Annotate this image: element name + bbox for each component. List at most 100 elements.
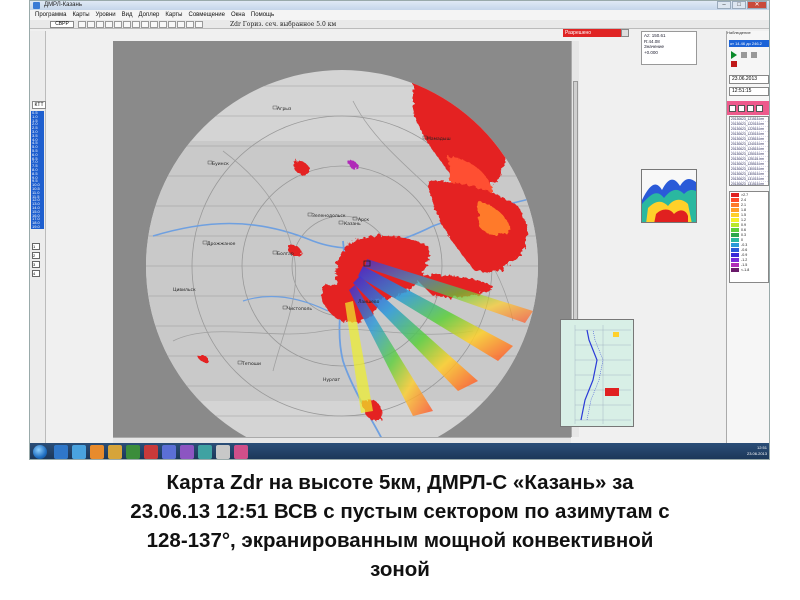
checkbox[interactable]: 2	[32, 252, 40, 259]
toolbar-button[interactable]	[177, 21, 185, 28]
start-button[interactable]	[33, 445, 47, 459]
caption-line: 23.06.13 12:51 ВСВ с пустым сектором по …	[130, 500, 670, 523]
maximize-button[interactable]: □	[732, 1, 746, 9]
menu-levels[interactable]: Уровни	[93, 10, 119, 20]
mode-button[interactable]: СВРР	[50, 21, 74, 28]
zdr-color-legend: >2.7 2.4 2.1 1.8 1.5 1.2 0.9 0.6 0.3 0 -0.3 -0.6 -0.…	[729, 191, 769, 283]
legend-swatch	[731, 197, 739, 202]
legend-swatch	[731, 257, 739, 262]
checkbox[interactable]: 3	[32, 261, 40, 268]
place-label: Зеленодольск	[312, 213, 346, 219]
3d-preview-canvas	[642, 170, 696, 222]
print-icon[interactable]	[747, 104, 754, 112]
legend-swatch	[731, 217, 739, 222]
legend-label: <-1.8	[741, 267, 750, 272]
file-item[interactable]: 20130623_131515.Irm	[731, 182, 768, 185]
menu-windows[interactable]: Окна	[228, 10, 248, 20]
app-taskbar-icon[interactable]	[162, 445, 176, 459]
playback-icons[interactable]	[729, 49, 769, 69]
legend-label: 0.9	[741, 222, 746, 227]
legend-label: -0.3	[741, 242, 748, 247]
toolbar-button[interactable]	[114, 21, 122, 28]
toolbar-button[interactable]	[96, 21, 104, 28]
toolbar-button[interactable]	[141, 21, 149, 28]
menu-doppler[interactable]: Доплер	[135, 10, 162, 20]
menu-overlay[interactable]: Совмещение	[186, 10, 228, 20]
menu-bar: Программа Карты Уровни Вид Доплер Карты …	[30, 10, 769, 20]
firefox-icon[interactable]	[90, 445, 104, 459]
toolbar-button[interactable]	[105, 21, 113, 28]
place-label: Буинск	[212, 161, 229, 167]
legend-swatch	[731, 202, 739, 207]
toolbar-button[interactable]	[132, 21, 140, 28]
ie-icon[interactable]	[72, 445, 86, 459]
height-list[interactable]: 0.5 1.0 1.5 2.0 2.5 3.0 3.5 4.0 4.5 5.0 5.5 6.0 6.5 7…	[31, 111, 44, 229]
app-taskbar-icon[interactable]	[234, 445, 248, 459]
range-selector[interactable]: от 14.46 до 246.2	[729, 40, 769, 47]
legend-label: 1.8	[741, 207, 746, 212]
ktt-button[interactable]: КТТ	[32, 101, 46, 109]
folder-icon[interactable]	[108, 445, 122, 459]
toolbar-button[interactable]	[123, 21, 131, 28]
toolbar-button[interactable]	[159, 21, 167, 28]
step-icon[interactable]	[741, 52, 747, 58]
vertical-profile-chart	[560, 319, 634, 427]
app-taskbar-icon[interactable]	[198, 445, 212, 459]
right-panel: Az: 150.61 R:44.08 Значение +0.000 Наблю…	[560, 31, 769, 443]
toolbar-button[interactable]	[150, 21, 158, 28]
playback-controls	[729, 49, 769, 69]
legend-label: -1.2	[741, 257, 748, 262]
window-titlebar: ДМРЛ-Казань – □ ✕	[30, 1, 769, 10]
place-label: Цивильск	[173, 287, 196, 293]
checkbox[interactable]: 4	[32, 270, 40, 277]
status-indicator: Разрешено	[563, 29, 623, 37]
settings-icon[interactable]	[756, 104, 763, 112]
file-list[interactable]: 20130623_121515.Irm 20130623_122015.Irm 20…	[729, 116, 769, 186]
menu-help[interactable]: Помощь	[248, 10, 277, 20]
legend-swatch	[731, 227, 739, 232]
legend-label: 0.3	[741, 232, 746, 237]
close-button[interactable]: ✕	[747, 1, 767, 9]
legend-label: -0.6	[741, 247, 748, 252]
date-field[interactable]: 23.06.2013	[729, 75, 769, 84]
menu-view[interactable]: Вид	[119, 10, 136, 20]
legend-label: 1.2	[741, 217, 746, 222]
menu-program[interactable]: Программа	[32, 10, 69, 20]
app-taskbar-icon[interactable]	[180, 445, 194, 459]
left-panel: КТТ 0.5 1.0 1.5 2.0 2.5 3.0 3.5 4.0 4.5 5.0 5.5 6.0…	[30, 31, 46, 443]
stop-icon[interactable]	[731, 61, 737, 67]
app-taskbar-icon[interactable]	[126, 445, 140, 459]
legend-swatch	[731, 212, 739, 217]
save-icon[interactable]	[738, 104, 745, 112]
place-label: Нурлат	[323, 377, 341, 383]
legend-swatch	[731, 262, 739, 267]
toolbar-button[interactable]	[168, 21, 176, 28]
place-label: Болгар	[277, 251, 294, 257]
slide-caption: Карта Zdr на высоте 5км, ДМРЛ-С «Казань»…	[0, 468, 800, 584]
legend-label: 2.4	[741, 197, 746, 202]
toolbar-button[interactable]	[195, 21, 203, 28]
toolbar-buttons	[78, 21, 204, 28]
toolbar-button[interactable]	[186, 21, 194, 28]
status-dropdown[interactable]	[621, 29, 629, 37]
time-field[interactable]: 12:51:15	[729, 87, 769, 96]
caption-line: зоной	[370, 558, 430, 581]
radar-map[interactable]: Зеленодольск Казань Лаишево Агрыз Арск М…	[113, 41, 571, 437]
system-tray: 12:51 23.06.2013	[727, 445, 767, 459]
toolbar-button[interactable]	[87, 21, 95, 28]
menu-maps[interactable]: Карты	[69, 10, 92, 20]
checkbox[interactable]: 1	[32, 243, 40, 250]
app-taskbar-icon[interactable]	[144, 445, 158, 459]
radar-map-canvas[interactable]: Зеленодольск Казань Лаишево Агрыз Арск М…	[113, 41, 571, 437]
legend-label: 0	[741, 237, 743, 242]
play-icon[interactable]	[731, 51, 737, 59]
record-icon[interactable]	[751, 52, 757, 58]
legend-label: -0.9	[741, 252, 748, 257]
explorer-icon[interactable]	[54, 445, 68, 459]
toolbar-button[interactable]	[78, 21, 86, 28]
action-icons-bar	[727, 101, 769, 115]
open-icon[interactable]	[729, 104, 736, 112]
menu-maps-2[interactable]: Карты	[162, 10, 185, 20]
app-taskbar-icon[interactable]	[216, 445, 230, 459]
minimize-button[interactable]: –	[717, 1, 731, 9]
